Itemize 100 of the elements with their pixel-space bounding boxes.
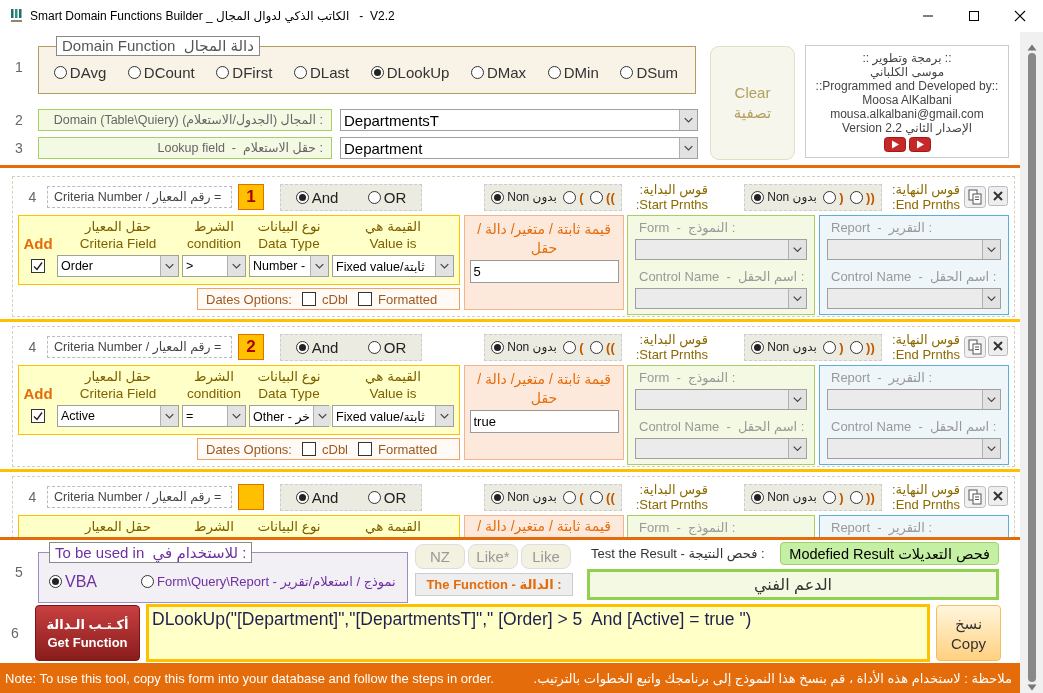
- control-name-dropdown[interactable]: [635, 438, 807, 459]
- add-checkbox[interactable]: [31, 259, 45, 273]
- radio-button[interactable]: DCount: [127, 63, 195, 81]
- radio-button[interactable]: OR: [367, 488, 407, 506]
- chevron-down-icon[interactable]: [679, 138, 697, 158]
- radio-button[interactable]: And: [295, 338, 339, 356]
- video-play-icon[interactable]: [908, 137, 931, 152]
- radio-button[interactable]: )): [850, 189, 875, 205]
- step-number: 6: [11, 625, 19, 641]
- chevron-down-icon[interactable]: [435, 256, 453, 276]
- value-type-dropdown[interactable]: Fixed value/ثابتة: [332, 405, 454, 427]
- add-label: Add: [23, 385, 53, 402]
- radio-button[interactable]: Non بدون: [491, 340, 557, 354]
- note-text: ملاحظة : لاستخدام هذه الأداة ، قم بنسخ هذا النموذج إلى برنامجك واتبع الخطوات بالترتيب.: [533, 670, 1012, 686]
- radio-button[interactable]: And: [295, 488, 339, 506]
- radio-button[interactable]: Non بدون: [491, 490, 557, 504]
- chevron-down-icon[interactable]: [313, 406, 331, 426]
- radio-button[interactable]: )): [850, 489, 875, 505]
- criteria-field-dropdown[interactable]: Order: [57, 255, 179, 277]
- radio-button[interactable]: DMin: [547, 63, 599, 81]
- dates-options-label: Dates Options:: [206, 291, 292, 307]
- radio-button[interactable]: DSum: [620, 63, 679, 81]
- chevron-down-icon[interactable]: [788, 390, 806, 409]
- radio-button[interactable]: Form\Query\Report - نموذج / استعلام/تقرير: [141, 574, 396, 589]
- chevron-down-icon[interactable]: [982, 390, 1000, 409]
- radio-button[interactable]: DLast: [293, 63, 350, 81]
- chevron-down-icon[interactable]: [227, 256, 245, 276]
- checkbox[interactable]: Formatted: [358, 441, 438, 457]
- parens-label: Start Prnths:: [634, 497, 708, 512]
- chevron-down-icon[interactable]: [982, 289, 1000, 308]
- checkbox[interactable]: Formatted: [358, 291, 438, 307]
- chevron-down-icon[interactable]: [310, 256, 328, 276]
- copy-icon[interactable]: [964, 186, 986, 208]
- radio-button[interactable]: And: [295, 188, 339, 206]
- chevron-down-icon[interactable]: [227, 406, 245, 426]
- control-name-dropdown[interactable]: [827, 438, 1001, 459]
- scrollbar[interactable]: [1020, 32, 1043, 693]
- radio-button[interactable]: Non بدون: [751, 190, 817, 204]
- value-field[interactable]: true: [469, 410, 619, 433]
- data-type-dropdown[interactable]: Number -: [249, 255, 329, 277]
- maximize-icon[interactable]: [968, 10, 980, 22]
- chevron-down-icon[interactable]: [788, 289, 806, 308]
- radio-button[interactable]: DFirst: [216, 63, 273, 81]
- radio-button[interactable]: ((: [590, 489, 615, 505]
- radio-button[interactable]: OR: [367, 188, 407, 206]
- close-icon[interactable]: [988, 186, 1008, 206]
- radio-button[interactable]: Non بدون: [491, 190, 557, 204]
- condition-dropdown[interactable]: >: [182, 255, 246, 277]
- chevron-down-icon[interactable]: [982, 240, 1000, 259]
- criteria-field-dropdown[interactable]: Active: [57, 405, 179, 427]
- control-name-dropdown[interactable]: [827, 288, 1001, 309]
- video-play-icon[interactable]: [883, 137, 906, 152]
- scroll-down-icon[interactable]: [1026, 684, 1037, 691]
- checkbox[interactable]: cDbl: [302, 441, 348, 457]
- radio-button[interactable]: ((: [590, 189, 615, 205]
- chevron-down-icon[interactable]: [435, 406, 453, 426]
- group-legend: To be used in للاستخدام في :: [49, 542, 253, 563]
- copy-icon[interactable]: [964, 336, 986, 358]
- value-type-dropdown[interactable]: Fixed value/ثابتة: [332, 255, 454, 277]
- close-icon[interactable]: [988, 336, 1008, 356]
- step-number: 4: [28, 489, 37, 505]
- radio-button[interactable]: DAvg: [53, 63, 107, 81]
- radio-button[interactable]: VBA: [49, 572, 97, 591]
- chevron-down-icon[interactable]: [788, 240, 806, 259]
- function-output-field[interactable]: DLookUp("[Department]","[DepartmentsT]"," [Order] > 5 And [Active] = true "): [146, 604, 930, 662]
- report-dropdown[interactable]: [827, 239, 1001, 260]
- condition-dropdown[interactable]: =: [182, 405, 246, 427]
- radio-button[interactable]: Non بدون: [751, 340, 817, 354]
- radio-button[interactable]: DMax: [470, 63, 527, 81]
- parens-label: قوس النهاية:: [890, 482, 960, 497]
- control-name-dropdown[interactable]: [635, 288, 807, 309]
- value-field[interactable]: 5: [469, 260, 619, 283]
- radio-button[interactable]: Non بدون: [751, 490, 817, 504]
- radio-button[interactable]: OR: [367, 338, 407, 356]
- report-dropdown[interactable]: [827, 389, 1001, 410]
- close-icon[interactable]: [1014, 10, 1026, 22]
- chevron-down-icon[interactable]: [160, 256, 178, 276]
- radio-button[interactable]: )): [850, 339, 875, 355]
- copy-icon[interactable]: [964, 486, 986, 508]
- chevron-down-icon[interactable]: [160, 406, 178, 426]
- chevron-down-icon[interactable]: [788, 439, 806, 458]
- form-dropdown[interactable]: [635, 239, 807, 260]
- radio-button[interactable]: ((: [590, 339, 615, 355]
- test-result-field[interactable]: الدعم الفني: [587, 569, 999, 600]
- step-number: 5: [15, 563, 23, 580]
- checkbox[interactable]: cDbl: [302, 291, 348, 307]
- lookup-field-dropdown[interactable]: Department: [340, 137, 698, 159]
- scroll-up-icon[interactable]: [1026, 44, 1037, 51]
- function-label: The Function - الدالة :: [415, 573, 573, 596]
- add-checkbox[interactable]: [31, 409, 45, 423]
- chevron-down-icon[interactable]: [679, 110, 697, 130]
- close-icon[interactable]: [988, 486, 1008, 506]
- chevron-down-icon[interactable]: [982, 439, 1000, 458]
- data-type-dropdown[interactable]: Other - خر: [249, 405, 329, 427]
- form-dropdown[interactable]: [635, 389, 807, 410]
- modified-result-button[interactable]: Modefied Result فحص التعديلات: [780, 542, 999, 565]
- scrollbar-thumb[interactable]: [1027, 53, 1036, 682]
- column-heading: Value is: [369, 385, 417, 402]
- domain-dropdown[interactable]: DepartmentsT: [340, 109, 698, 131]
- radio-button[interactable]: DLookUp: [370, 63, 450, 81]
